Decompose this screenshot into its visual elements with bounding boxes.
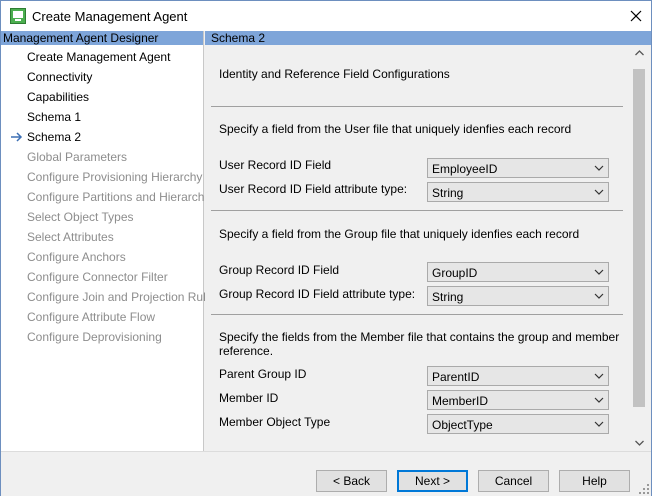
user-attr-type-select[interactable]: String (427, 182, 609, 202)
section-title: Identity and Reference Field Configurati… (219, 67, 450, 81)
user-record-id-value: EmployeeID (432, 162, 498, 176)
cancel-button[interactable]: Cancel (478, 470, 549, 492)
step-select-object-types: Select Object Types (27, 210, 134, 224)
chevron-down-icon (594, 293, 604, 299)
step-configure-attribute-flow: Configure Attribute Flow (27, 310, 156, 324)
group-record-id-value: GroupID (432, 266, 478, 280)
schema-2-content: Identity and Reference Field Configurati… (205, 45, 631, 451)
member-description-line2: reference. (219, 344, 274, 358)
parent-group-id-select[interactable]: ParentID (427, 366, 609, 386)
scroll-down-icon[interactable] (631, 435, 647, 451)
group-attr-type-select[interactable]: String (427, 286, 609, 306)
chevron-down-icon (594, 269, 604, 275)
group-record-id-label: Group Record ID Field (219, 263, 340, 277)
app-icon (10, 8, 26, 24)
chevron-down-icon (594, 189, 604, 195)
chevron-down-icon (594, 421, 604, 427)
next-button[interactable]: Next > (397, 470, 468, 492)
resize-grip-icon[interactable] (639, 484, 649, 494)
right-pane-header: Schema 2 (205, 31, 651, 45)
current-step-arrow-icon (11, 127, 25, 147)
member-object-type-label: Member Object Type (219, 415, 331, 429)
divider (211, 106, 623, 107)
step-schema-2[interactable]: Schema 2 (27, 127, 81, 147)
scroll-up-icon[interactable] (631, 45, 647, 61)
member-id-value: MemberID (432, 394, 489, 408)
close-icon (630, 10, 642, 22)
vertical-scrollbar[interactable] (631, 45, 647, 451)
back-button[interactable]: < Back (316, 470, 387, 492)
member-id-label: Member ID (219, 391, 279, 405)
parent-group-id-value: ParentID (432, 370, 480, 384)
member-description-line1: Specify the fields from the Member file … (219, 330, 620, 344)
title-bar: Create Management Agent (1, 1, 651, 31)
group-description: Specify a field from the Group file that… (219, 227, 580, 241)
window-title: Create Management Agent (32, 9, 188, 24)
step-capabilities[interactable]: Capabilities (27, 87, 89, 107)
help-button[interactable]: Help (559, 470, 630, 492)
button-bar: < Back Next > Cancel Help (1, 451, 651, 496)
member-id-select[interactable]: MemberID (427, 390, 609, 410)
member-object-type-select[interactable]: ObjectType (427, 414, 609, 434)
member-object-type-value: ObjectType (432, 418, 493, 432)
designer-steps-pane: Management Agent Designer Create Managem… (1, 31, 220, 451)
parent-group-id-label: Parent Group ID (219, 367, 307, 381)
step-select-attributes: Select Attributes (27, 230, 114, 244)
step-connectivity[interactable]: Connectivity (27, 67, 92, 87)
divider (211, 210, 623, 211)
user-record-id-select[interactable]: EmployeeID (427, 158, 609, 178)
step-configure-deprovisioning: Configure Deprovisioning (27, 330, 162, 344)
chevron-down-icon (594, 165, 604, 171)
chevron-down-icon (594, 373, 604, 379)
step-schema-1[interactable]: Schema 1 (27, 107, 81, 127)
user-description: Specify a field from the User file that … (219, 122, 572, 136)
chevron-down-icon (594, 397, 604, 403)
step-global-parameters: Global Parameters (27, 150, 128, 164)
step-configure-join-projection: Configure Join and Projection Rules (27, 290, 219, 304)
close-button[interactable] (625, 5, 647, 27)
step-configure-provisioning-hierarchy: Configure Provisioning Hierarchy (27, 170, 203, 184)
user-record-id-label: User Record ID Field (219, 158, 332, 172)
group-attr-type-label: Group Record ID Field attribute type: (219, 287, 416, 301)
group-record-id-select[interactable]: GroupID (427, 262, 609, 282)
group-attr-type-value: String (432, 290, 464, 304)
step-configure-connector-filter: Configure Connector Filter (27, 270, 168, 284)
step-configure-partitions: Configure Partitions and Hierarchies (27, 190, 220, 204)
left-pane-header: Management Agent Designer (1, 31, 203, 45)
user-attr-type-label: User Record ID Field attribute type: (219, 182, 408, 196)
schema-2-pane: Schema 2 Identity and Reference Field Co… (205, 31, 651, 451)
dialog-window: Create Management Agent Management Agent… (0, 0, 652, 496)
divider (211, 314, 623, 315)
scrollbar-thumb[interactable] (633, 69, 645, 407)
user-attr-type-value: String (432, 186, 464, 200)
step-configure-anchors: Configure Anchors (27, 250, 126, 264)
step-create-management-agent[interactable]: Create Management Agent (27, 47, 170, 67)
